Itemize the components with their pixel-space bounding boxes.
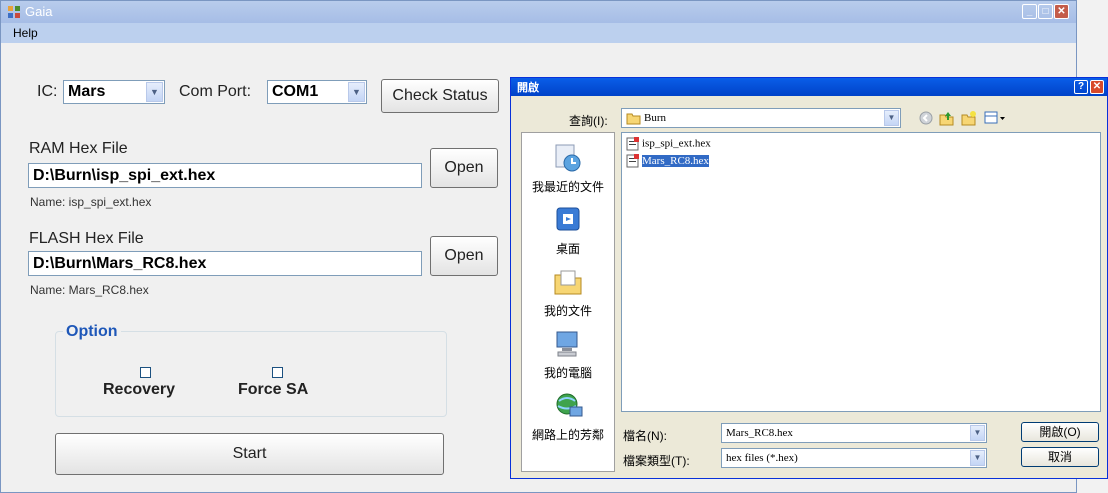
desktop-icon [556, 207, 580, 231]
lookin-label: 查詢(I): [569, 114, 608, 128]
comport-value: COM1 [272, 83, 319, 100]
filename-field[interactable]: Mars_RC8.hex ▼ [721, 423, 987, 443]
chevron-down-icon[interactable]: ▼ [348, 82, 365, 102]
recent-documents-icon [555, 144, 581, 172]
place-label: 我的文件 [543, 304, 592, 318]
place-label: 桌面 [555, 242, 580, 256]
places-bar: 我最近的文件 桌面 我的文件 我的電腦 網路上的芳鄰 [521, 132, 615, 472]
flash-hex-name: Name: Mars_RC8.hex [30, 283, 149, 297]
minimize-button[interactable]: _ [1022, 4, 1037, 19]
chevron-down-icon[interactable]: ▼ [884, 110, 899, 126]
my-documents-icon [554, 270, 582, 295]
up-folder-icon[interactable] [939, 110, 955, 126]
filename-label: 檔名(N): [623, 429, 667, 443]
lookin-select[interactable]: Burn ▼ [621, 108, 901, 128]
title-bar: Gaia _ □ ✕ [1, 1, 1076, 23]
folder-icon [626, 113, 641, 125]
menu-help[interactable]: Help [13, 26, 38, 40]
file-item-selected[interactable]: Mars_RC8.hex [626, 154, 709, 170]
view-menu-icon[interactable] [984, 111, 1006, 125]
chevron-down-icon[interactable]: ▼ [970, 425, 985, 441]
place-label: 網路上的芳鄰 [531, 428, 604, 442]
filename-value: Mars_RC8.hex [726, 427, 793, 439]
lookin-value: Burn [644, 112, 666, 124]
option-group [55, 331, 447, 417]
open-file-dialog: 開啟 ? ✕ 查詢(I): Burn ▼ 我最近的文件 桌面 我的文件 我的電腦… [510, 77, 1108, 479]
place-my-documents[interactable]: 我的文件 [522, 267, 614, 319]
check-status-button[interactable]: Check Status [381, 79, 499, 113]
ram-hex-field[interactable]: D:\Burn\isp_spi_ext.hex [28, 163, 422, 188]
place-label: 我最近的文件 [531, 180, 604, 194]
new-folder-icon[interactable] [961, 110, 977, 126]
ram-hex-name: Name: isp_spi_ext.hex [30, 195, 152, 209]
flash-hex-label: FLASH Hex File [29, 230, 144, 247]
file-item[interactable]: isp_spi_ext.hex [626, 137, 711, 153]
my-computer-icon [556, 331, 578, 357]
open-ram-button[interactable]: Open [430, 148, 498, 188]
ram-hex-label: RAM Hex File [29, 140, 128, 157]
menu-bar: Help [1, 23, 1076, 43]
hex-file-icon [626, 154, 639, 168]
force-sa-checkbox[interactable] [272, 367, 283, 378]
back-icon[interactable] [919, 111, 933, 125]
recovery-label: Recovery [103, 381, 176, 398]
comport-select[interactable]: COM1 ▼ [267, 80, 367, 104]
help-button[interactable]: ? [1074, 80, 1088, 94]
flash-hex-field[interactable]: D:\Burn\Mars_RC8.hex [28, 251, 422, 276]
place-network[interactable]: 網路上的芳鄰 [522, 391, 614, 443]
network-icon [556, 393, 583, 417]
ic-value: Mars [68, 83, 106, 100]
start-button[interactable]: Start [55, 433, 444, 475]
ram-hex-path: D:\Burn\isp_spi_ext.hex [33, 167, 216, 184]
recovery-checkbox[interactable] [140, 367, 151, 378]
file-list[interactable]: isp_spi_ext.hex Mars_RC8.hex [621, 132, 1101, 412]
window-title: Gaia [25, 4, 53, 19]
open-flash-button[interactable]: Open [430, 236, 498, 276]
close-button[interactable]: ✕ [1054, 4, 1069, 19]
place-label: 我的電腦 [543, 366, 592, 380]
place-desktop[interactable]: 桌面 [522, 205, 614, 257]
app-icon [8, 6, 20, 18]
close-icon[interactable]: ✕ [1090, 80, 1104, 94]
place-recent[interactable]: 我最近的文件 [522, 143, 614, 195]
file-name: Mars_RC8.hex [642, 154, 709, 167]
dialog-title-bar: 開啟 ? ✕ [511, 78, 1107, 96]
ic-select[interactable]: Mars ▼ [63, 80, 165, 104]
chevron-down-icon[interactable]: ▼ [146, 82, 163, 102]
maximize-button[interactable]: □ [1038, 4, 1053, 19]
filetype-label: 檔案類型(T): [623, 454, 690, 468]
place-my-computer[interactable]: 我的電腦 [522, 329, 614, 381]
file-name: isp_spi_ext.hex [642, 137, 711, 150]
force-sa-label: Force SA [238, 381, 309, 398]
dialog-open-button[interactable]: 開啟(O) [1021, 422, 1099, 442]
filetype-select[interactable]: hex files (*.hex) ▼ [721, 448, 987, 468]
comport-label: Com Port: [179, 83, 252, 100]
chevron-down-icon[interactable]: ▼ [970, 450, 985, 466]
flash-hex-path: D:\Burn\Mars_RC8.hex [33, 255, 207, 272]
ic-label: IC: [37, 83, 58, 100]
filetype-value: hex files (*.hex) [726, 452, 798, 464]
dialog-cancel-button[interactable]: 取消 [1021, 447, 1099, 467]
hex-file-icon [626, 137, 639, 151]
dialog-title: 開啟 [517, 82, 539, 94]
option-title: Option [63, 323, 121, 341]
